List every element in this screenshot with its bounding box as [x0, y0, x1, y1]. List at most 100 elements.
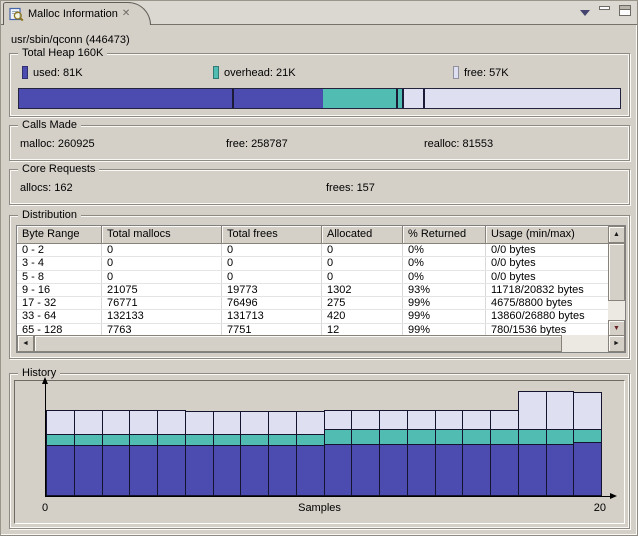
table-cell: 76771	[102, 297, 222, 309]
minimize-icon[interactable]	[599, 6, 610, 10]
heap-bar-segment	[323, 89, 396, 108]
bar-used-segment	[103, 446, 130, 495]
core-requests-group-title: Core Requests	[18, 162, 99, 176]
malloc-information-view: Malloc Information ✕ usr/sbin/qconn (446…	[0, 0, 638, 536]
table-cell: 0	[102, 257, 222, 269]
heap-bar-segment	[425, 89, 620, 108]
table-cell: 99%	[403, 297, 486, 309]
history-bar-sample-6	[185, 411, 214, 496]
table-row[interactable]: 9 - 162107519773130293%11718/20832 bytes	[17, 284, 610, 297]
table-horizontal-scrollbar[interactable]: ◄ ►	[17, 335, 625, 352]
calls-made-group: Calls Made malloc: 260925 free: 258787 r…	[9, 125, 630, 161]
table-cell: 0	[102, 271, 222, 283]
bar-free-segment	[352, 411, 379, 430]
legend-free: free: 57K	[453, 66, 509, 79]
frees-count: frees: 157	[326, 182, 375, 194]
table-cell: 0%	[403, 271, 486, 283]
table-row[interactable]: 33 - 6413213313171342099%13860/26880 byt…	[17, 310, 610, 323]
bar-used-segment	[519, 445, 546, 495]
column-header-total-mallocs[interactable]: Total mallocs	[102, 226, 222, 244]
bar-used-segment	[491, 445, 518, 495]
history-x-axis	[45, 496, 610, 497]
bar-free-segment	[186, 412, 213, 435]
table-cell: 0%	[403, 257, 486, 269]
heap-bar-segment	[19, 89, 232, 108]
legend-used: used: 81K	[22, 66, 83, 79]
close-icon[interactable]: ✕	[122, 9, 130, 19]
table-cell: 17 - 32	[17, 297, 102, 309]
bar-free-segment	[574, 393, 601, 430]
table-cell: 0 - 2	[17, 244, 102, 256]
bar-used-segment	[463, 445, 490, 495]
bar-free-segment	[463, 411, 490, 430]
history-bar-sample-20	[573, 392, 602, 496]
table-cell: 19773	[222, 284, 322, 296]
bar-free-segment	[158, 411, 185, 435]
horizontal-scroll-track[interactable]	[562, 335, 608, 352]
table-cell: 0%	[403, 244, 486, 256]
table-row[interactable]: 0 - 20000%0/0 bytes	[17, 244, 610, 257]
history-bar-sample-14	[407, 410, 436, 496]
allocs-count: allocs: 162	[20, 182, 73, 194]
malloc-count: malloc: 260925	[20, 138, 95, 150]
bar-overhead-segment	[158, 435, 185, 446]
table-cell: 33 - 64	[17, 310, 102, 322]
process-label: usr/sbin/qconn (446473)	[11, 34, 130, 46]
table-cell: 11718/20832 bytes	[486, 284, 610, 296]
bar-overhead-segment	[325, 430, 352, 445]
bar-free-segment	[519, 392, 546, 430]
history-bar-sample-16	[462, 410, 491, 496]
vertical-scroll-thumb[interactable]	[608, 243, 625, 301]
column-header-byte-range[interactable]: Byte Range	[17, 226, 102, 244]
bar-used-segment	[241, 446, 268, 495]
bar-used-segment	[352, 445, 379, 495]
horizontal-scroll-thumb[interactable]	[34, 335, 562, 352]
bar-used-segment	[547, 445, 574, 495]
table-cell: 132133	[102, 310, 222, 322]
tab-malloc-information[interactable]: Malloc Information ✕	[3, 2, 151, 25]
heap-bar-segment	[234, 89, 324, 108]
bar-used-segment	[574, 443, 601, 495]
table-row[interactable]: 5 - 80000%0/0 bytes	[17, 271, 610, 284]
table-vertical-scrollbar[interactable]: ▲ ▼	[608, 226, 625, 337]
column-header-allocated[interactable]: Allocated	[322, 226, 403, 244]
bar-used-segment	[75, 446, 102, 495]
history-bar-sample-10	[296, 411, 325, 496]
bar-used-segment	[158, 446, 185, 495]
scroll-left-icon[interactable]: ◄	[17, 335, 34, 352]
history-bar-sample-9	[268, 411, 297, 496]
bar-used-segment	[214, 446, 241, 495]
bar-free-segment	[491, 411, 518, 430]
core-requests-group: Core Requests allocs: 162 frees: 157	[9, 169, 630, 205]
bar-overhead-segment	[241, 435, 268, 446]
view-menu-icon[interactable]	[580, 10, 590, 16]
maximize-icon[interactable]	[619, 5, 631, 16]
bar-overhead-segment	[463, 430, 490, 445]
scroll-right-icon[interactable]: ►	[608, 335, 625, 352]
bar-free-segment	[103, 411, 130, 435]
bar-overhead-segment	[186, 435, 213, 446]
bar-overhead-segment	[103, 435, 130, 446]
column-header-total-frees[interactable]: Total frees	[222, 226, 322, 244]
distribution-group: Distribution Byte RangeTotal mallocsTota…	[9, 215, 630, 359]
column-header-usage-min-max-[interactable]: Usage (min/max)	[486, 226, 610, 244]
table-cell: 0	[322, 257, 403, 269]
column-header--returned[interactable]: % Returned	[403, 226, 486, 244]
total-heap-group: Total Heap 160K used: 81K overhead: 21K …	[9, 53, 630, 117]
table-row[interactable]: 3 - 40000%0/0 bytes	[17, 257, 610, 270]
bar-free-segment	[214, 412, 241, 435]
bar-free-segment	[408, 411, 435, 430]
table-row[interactable]: 17 - 32767717649627599%4675/8800 bytes	[17, 297, 610, 310]
bar-overhead-segment	[491, 430, 518, 445]
bar-free-segment	[325, 411, 352, 430]
scroll-up-icon[interactable]: ▲	[608, 226, 625, 243]
table-cell: 1302	[322, 284, 403, 296]
view-tab-bar: Malloc Information ✕	[1, 1, 637, 25]
bar-overhead-segment	[214, 435, 241, 446]
table-cell: 0	[222, 244, 322, 256]
history-bars	[46, 391, 602, 496]
history-bar-sample-12	[351, 410, 380, 496]
overhead-swatch-icon	[213, 66, 219, 79]
table-cell: 4675/8800 bytes	[486, 297, 610, 309]
table-cell: 93%	[403, 284, 486, 296]
